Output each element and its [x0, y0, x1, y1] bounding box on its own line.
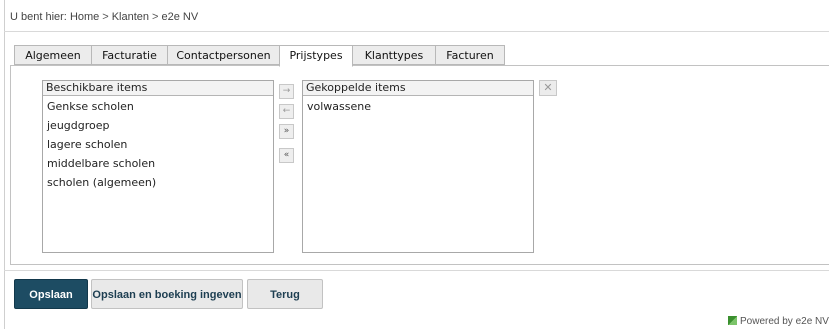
move-all-left-button[interactable]: « [279, 148, 294, 163]
available-items-options: Genkse scholen jeugdgroep lagere scholen… [43, 96, 273, 192]
breadcrumb-home-link[interactable]: Home [70, 11, 99, 23]
breadcrumb-klanten-link[interactable]: Klanten [112, 11, 149, 23]
list-item[interactable]: lagere scholen [43, 135, 273, 154]
list-item[interactable]: Genkse scholen [43, 97, 273, 116]
tab-contactpersonen[interactable]: Contactpersonen [167, 45, 279, 65]
footer-divider [4, 270, 829, 271]
breadcrumb-current: e2e NV [161, 11, 199, 23]
breadcrumb-divider [4, 31, 829, 32]
save-and-book-button[interactable]: Opslaan en boeking ingeven [91, 279, 243, 309]
tab-algemeen[interactable]: Algemeen [14, 45, 91, 65]
list-item[interactable]: scholen (algemeen) [43, 173, 273, 192]
e2e-logo-icon [728, 316, 737, 325]
list-item[interactable]: jeugdgroep [43, 116, 273, 135]
powered-by-text: Powered by e2e NV [740, 316, 829, 327]
list-item[interactable]: volwassene [303, 97, 533, 116]
breadcrumb-separator: > [152, 11, 159, 23]
breadcrumb: U bent hier: Home > Klanten > e2e NV [10, 10, 198, 24]
tab-prijstypes[interactable]: Prijstypes [279, 45, 353, 67]
breadcrumb-separator: > [102, 11, 109, 23]
move-left-button[interactable]: ← [279, 104, 294, 119]
linked-items-options: volwassene [303, 96, 533, 116]
tab-bar: Algemeen Facturatie Contactpersonen Prij… [14, 45, 505, 67]
arrow-right-icon: → [282, 86, 291, 96]
clear-button[interactable]: ✕ [539, 80, 557, 96]
back-button[interactable]: Terug [247, 279, 323, 309]
breadcrumb-prefix: U bent hier: [10, 11, 67, 23]
tab-facturatie[interactable]: Facturatie [91, 45, 167, 65]
double-chevron-left-icon: « [283, 150, 290, 160]
linked-items-header: Gekoppelde items [303, 81, 533, 96]
tab-klanttypes[interactable]: Klanttypes [353, 45, 435, 65]
move-right-button[interactable]: → [279, 84, 294, 99]
available-items-list[interactable]: Beschikbare items Genkse scholen jeugdgr… [42, 80, 274, 253]
linked-items-list[interactable]: Gekoppelde items volwassene [302, 80, 534, 253]
powered-by: Powered by e2e NV [728, 316, 829, 328]
move-all-right-button[interactable]: » [279, 124, 294, 139]
tab-facturen[interactable]: Facturen [435, 45, 505, 65]
double-chevron-right-icon: » [283, 126, 290, 136]
available-items-header: Beschikbare items [43, 81, 273, 96]
save-button[interactable]: Opslaan [14, 279, 88, 309]
list-item[interactable]: middelbare scholen [43, 154, 273, 173]
close-icon: ✕ [543, 81, 553, 94]
arrow-left-icon: ← [282, 106, 291, 116]
